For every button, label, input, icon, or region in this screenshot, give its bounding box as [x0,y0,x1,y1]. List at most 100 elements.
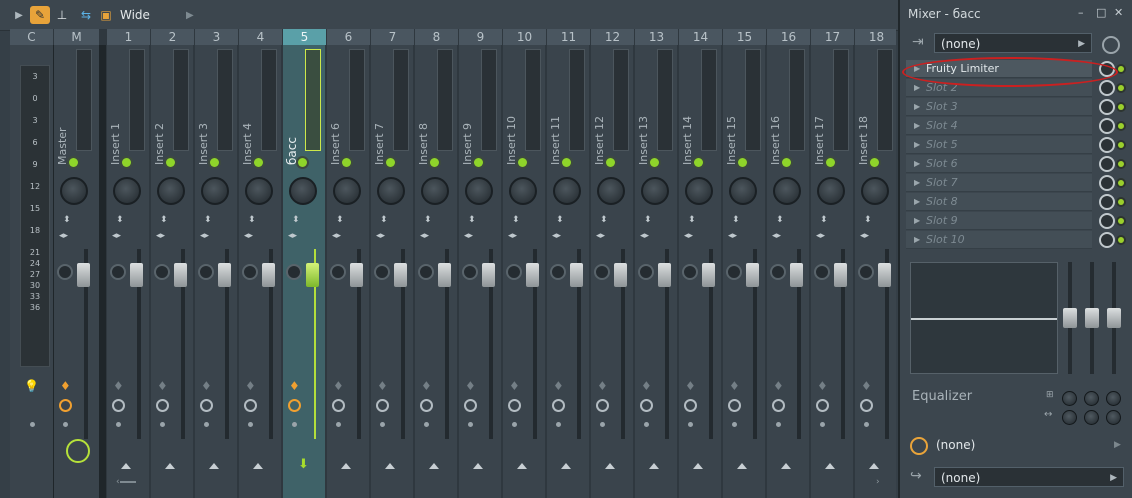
header-7[interactable]: 7 [371,29,414,45]
panel-toggle-icon[interactable]: ▣ [96,6,116,24]
insert-strip[interactable]: Insert 18 ⬍ ◂▸ ♦ [855,45,896,498]
track-name[interactable]: Insert 10 [505,105,523,165]
volume-fader[interactable] [218,263,231,287]
slot-expand-icon[interactable]: ▶ [914,212,920,230]
header-17[interactable]: 17 [811,29,854,45]
enable-led-icon[interactable] [254,158,263,167]
volume-fader[interactable] [77,263,90,287]
route-dot-icon[interactable] [556,422,561,427]
stereo-icon[interactable]: ◂▸ [596,231,605,241]
enable-led-icon[interactable] [562,158,571,167]
enable-led-icon[interactable] [650,158,659,167]
header-c[interactable]: C [10,29,53,45]
slot-enable-led-icon[interactable] [1118,218,1124,224]
swap-icon[interactable]: ⬍ [248,215,256,225]
clock-icon[interactable] [200,399,213,412]
eq-knob-6[interactable] [1106,410,1121,425]
insert-strip[interactable]: Insert 3 ⬍ ◂▸ ♦ [195,45,237,498]
enable-led-icon[interactable] [122,158,131,167]
stereo-separation-knob[interactable] [462,264,478,280]
route-arrow-icon[interactable] [473,463,483,469]
volume-fader[interactable] [570,263,583,287]
clock-icon[interactable] [156,399,169,412]
insert-strip[interactable]: Insert 6 ⬍ ◂▸ ♦ [327,45,369,498]
slot-enable-led-icon[interactable] [1118,161,1124,167]
header-1[interactable]: 1 [107,29,150,45]
track-name[interactable]: Insert 15 [725,105,743,165]
stereo-separation-knob[interactable] [330,264,346,280]
pan-knob[interactable] [817,177,845,205]
clock-icon[interactable] [112,399,125,412]
slot-mix-knob[interactable] [1099,99,1115,115]
eq-knob-4[interactable] [1062,410,1077,425]
enable-led-icon[interactable] [342,158,351,167]
swap-icon[interactable]: ⬍ [204,215,212,225]
lamp-icon[interactable]: ♦ [421,379,432,393]
slot-enable-led-icon[interactable] [1118,123,1124,129]
swap-icon[interactable]: ⬍ [63,215,71,225]
route-arrow-icon[interactable] [385,463,395,469]
insert-strip[interactable]: Insert 13 ⬍ ◂▸ ♦ [635,45,677,498]
route-arrow-icon[interactable] [825,463,835,469]
pan-knob[interactable] [509,177,537,205]
header-2[interactable]: 2 [151,29,194,45]
route-dot-icon[interactable] [336,422,341,427]
stereo-separation-knob[interactable] [57,264,73,280]
slot-expand-icon[interactable]: ▶ [914,117,920,135]
slot-expand-icon[interactable]: ▶ [914,136,920,154]
pan-knob[interactable] [597,177,625,205]
clock-icon[interactable] [552,399,565,412]
volume-fader[interactable] [350,263,363,287]
layout-mode-label[interactable]: Wide [120,6,150,24]
route-dot-icon[interactable] [600,422,605,427]
route-arrow-icon[interactable] [737,463,747,469]
stereo-separation-knob[interactable] [286,264,302,280]
stereo-separation-knob[interactable] [242,264,258,280]
effect-slot[interactable]: ▶ Slot 9 [906,212,1092,230]
track-name[interactable]: Insert 3 [197,105,215,165]
stereo-separation-knob[interactable] [726,264,742,280]
insert-strip[interactable]: Insert 10 ⬍ ◂▸ ♦ [503,45,545,498]
effect-slot[interactable]: ▶ Slot 7 [906,174,1092,192]
eq-knob-3[interactable] [1106,391,1121,406]
enable-led-icon[interactable] [166,158,175,167]
lamp-icon[interactable]: ♦ [729,379,740,393]
pan-knob[interactable] [861,177,889,205]
route-arrow-icon[interactable] [869,463,879,469]
swap-icon[interactable]: ⬍ [732,215,740,225]
slot-expand-icon[interactable]: ▶ [914,155,920,173]
track-name[interactable]: Insert 2 [153,105,171,165]
route-dot-icon[interactable] [292,422,297,427]
clock-icon[interactable] [420,399,433,412]
enable-led-icon[interactable] [870,158,879,167]
pan-knob[interactable] [157,177,185,205]
eq-knob-1[interactable] [1062,391,1077,406]
pan-knob[interactable] [773,177,801,205]
insert-strip[interactable]: Insert 17 ⬍ ◂▸ ♦ [811,45,853,498]
track-name[interactable]: Insert 16 [769,105,787,165]
stereo-icon[interactable]: ◂▸ [552,231,561,241]
insert-strip[interactable]: Insert 15 ⬍ ◂▸ ♦ [723,45,765,498]
header-16[interactable]: 16 [767,29,810,45]
enable-led-icon[interactable] [518,158,527,167]
volume-fader[interactable] [526,263,539,287]
clock-icon[interactable] [772,399,785,412]
stereo-icon[interactable]: ◂▸ [376,231,385,241]
eq-band-fader-3[interactable] [1107,308,1121,328]
insert-strip[interactable]: Insert 7 ⬍ ◂▸ ♦ [371,45,413,498]
lamp-icon[interactable]: ♦ [245,379,256,393]
stereo-separation-knob[interactable] [154,264,170,280]
route-arrow-icon[interactable] [561,463,571,469]
scroll-left-icon[interactable]: ‹ [116,477,120,487]
route-dot-icon[interactable] [380,422,385,427]
track-name[interactable]: Master [56,105,74,165]
route-dot-icon[interactable] [820,422,825,427]
header-5[interactable]: 5 [283,29,326,45]
insert-strip[interactable]: Insert 1 ⬍ ◂▸ ♦ [107,45,149,498]
link-icon[interactable]: ⇆ [76,6,96,24]
volume-fader[interactable] [790,263,803,287]
route-active-arrow-icon[interactable]: ⬇ [298,457,309,472]
pan-knob[interactable] [245,177,273,205]
swap-icon[interactable]: ⬍ [160,215,168,225]
stereo-icon[interactable]: ◂▸ [288,231,297,241]
